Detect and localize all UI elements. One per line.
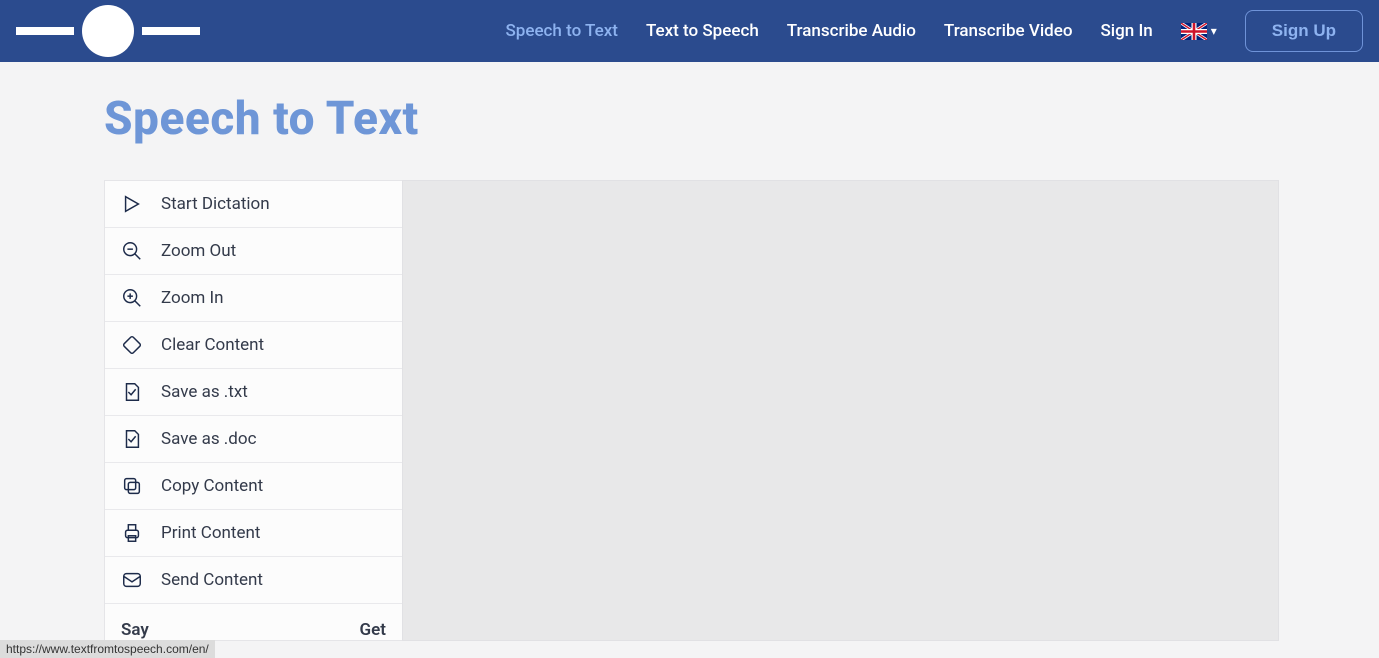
sidebar-item-label: Copy Content [161,476,263,496]
uk-flag-icon [1181,23,1207,40]
logo[interactable] [16,5,200,57]
sidebar-item-label: Send Content [161,570,263,590]
logo-bar-left [16,27,74,35]
sidebar-item-label: Zoom Out [161,241,236,261]
eraser-icon [121,334,143,356]
sidebar-item-start-dictation[interactable]: Start Dictation [105,181,402,228]
sidebar-item-send-content[interactable]: Send Content [105,557,402,604]
file-txt-icon [121,381,143,403]
copy-icon [121,475,143,497]
sidebar-item-save-doc[interactable]: Save as .doc [105,416,402,463]
status-bar-url: https://www.textfromtospeech.com/en/ [0,640,215,658]
print-icon [121,522,143,544]
nav-transcribe-video[interactable]: Transcribe Video [944,21,1073,41]
sidebar-footer: Say Get [105,604,402,640]
sidebar-item-label: Start Dictation [161,194,270,214]
sidebar-item-zoom-in[interactable]: Zoom In [105,275,402,322]
mail-icon [121,569,143,591]
sidebar-item-save-txt[interactable]: Save as .txt [105,369,402,416]
nav-transcribe-audio[interactable]: Transcribe Audio [787,21,916,41]
nav-sign-in[interactable]: Sign In [1101,21,1153,41]
sidebar-item-label: Save as .doc [161,429,256,449]
nav-text-to-speech[interactable]: Text to Speech [646,21,759,41]
workspace: Start Dictation Zoom Out Zoom In Clear C… [104,180,1279,641]
nav-speech-to-text[interactable]: Speech to Text [506,21,618,41]
sidebar-item-label: Clear Content [161,335,264,355]
page-title: Speech to Text [104,92,1279,146]
sidebar-item-label: Save as .txt [161,382,248,402]
zoom-in-icon [121,287,143,309]
sidebar-item-copy-content[interactable]: Copy Content [105,463,402,510]
sidebar-item-clear-content[interactable]: Clear Content [105,322,402,369]
header: Speech to Text Text to Speech Transcribe… [0,0,1379,62]
signup-button[interactable]: Sign Up [1245,10,1363,52]
file-doc-icon [121,428,143,450]
sidebar-item-zoom-out[interactable]: Zoom Out [105,228,402,275]
chevron-down-icon: ▾ [1211,24,1217,38]
sidebar-footer-get: Get [360,620,386,640]
sidebar-item-print-content[interactable]: Print Content [105,510,402,557]
sidebar: Start Dictation Zoom Out Zoom In Clear C… [104,180,402,641]
sidebar-footer-say: Say [121,620,149,640]
play-icon [121,193,143,215]
main: Speech to Text Start Dictation Zoom Out … [0,62,1379,641]
logo-circle [82,5,134,57]
logo-bar-right [142,27,200,35]
sidebar-item-label: Print Content [161,523,260,543]
sidebar-item-label: Zoom In [161,288,224,308]
language-selector[interactable]: ▾ [1181,23,1217,40]
dictation-text-area[interactable] [402,180,1279,641]
nav: Speech to Text Text to Speech Transcribe… [506,10,1364,52]
zoom-out-icon [121,240,143,262]
